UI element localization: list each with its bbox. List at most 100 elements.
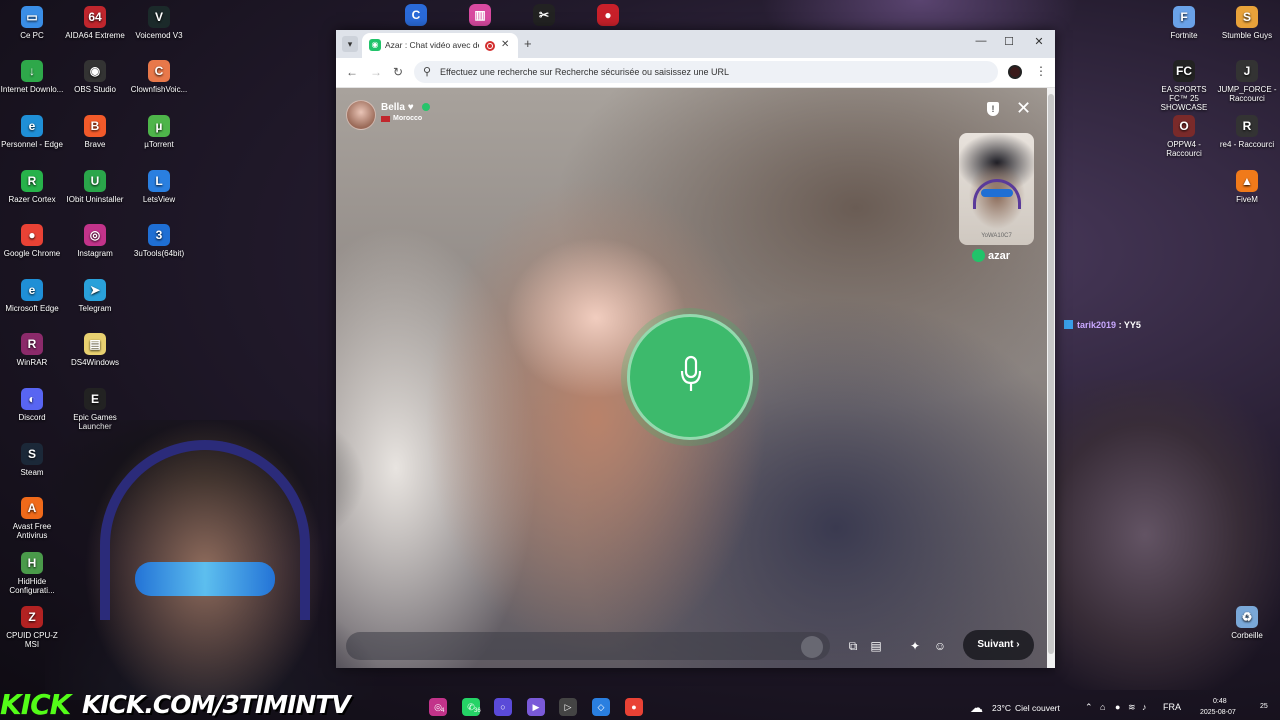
desktop-shortcut[interactable]: FC EA SPORTS FC™ 25 SHOWCASE	[1152, 60, 1216, 112]
desktop-shortcut[interactable]: ◐ Discord	[0, 388, 64, 422]
reload-icon[interactable]: ↻	[393, 65, 403, 79]
chevron-up-icon[interactable]: ⌃	[1085, 702, 1093, 713]
screen-capture-icon[interactable]: ⧉	[845, 638, 861, 654]
peer-avatar[interactable]	[346, 100, 376, 130]
address-bar[interactable]: ⚲ Effectuez une recherche sur Recherche …	[414, 61, 998, 83]
desktop-shortcut[interactable]: V Voicemod V3	[127, 6, 191, 40]
cpuz-icon: Z	[21, 606, 43, 628]
language-indicator[interactable]: FRA	[1163, 702, 1181, 712]
self-username: YoWA10C7	[981, 233, 1012, 239]
desktop-shortcut-label: Ce PC	[20, 31, 44, 40]
pinned-app-2-icon[interactable]: ▥	[469, 4, 491, 26]
desktop-shortcut[interactable]: ▤ DS4Windows	[63, 333, 127, 367]
maximize-button[interactable]: ☐	[998, 35, 1020, 48]
tab-close-icon[interactable]: ✕	[501, 39, 509, 50]
cortana-taskbar-icon[interactable]: ○	[494, 698, 512, 716]
desktop-shortcut[interactable]: L LetsView	[127, 170, 191, 204]
emoji-icon[interactable]: ☺	[932, 638, 948, 654]
letsview-taskbar-icon[interactable]: ◇	[592, 698, 610, 716]
minimize-button[interactable]: —	[970, 35, 992, 47]
tab-azar[interactable]: ◉ Azar : Chat vidéo avec de n ✕	[362, 33, 518, 58]
letsview-icon: L	[148, 170, 170, 192]
desktop-shortcut-label: Corbeille	[1231, 631, 1263, 640]
back-arrow-icon[interactable]: ←	[346, 65, 358, 79]
weather-cloud-icon[interactable]: ☁	[970, 700, 983, 716]
report-shield-icon[interactable]: !	[987, 102, 999, 116]
desktop-shortcut[interactable]: ▭ Ce PC	[0, 6, 64, 40]
clock-time[interactable]: 0:48	[1213, 698, 1227, 705]
window-close-button[interactable]: ✕	[1028, 35, 1050, 48]
desktop-shortcut[interactable]: F Fortnite	[1152, 6, 1216, 40]
volume-icon[interactable]: ♪	[1142, 702, 1147, 712]
search-icon: ⚲	[423, 66, 432, 78]
chat-username: tarik2019	[1077, 320, 1117, 330]
aida64-icon: 64	[84, 6, 106, 28]
desktop-shortcut[interactable]: e Personnel - Edge	[0, 115, 64, 149]
more-menu-icon[interactable]: ⋮	[1035, 64, 1047, 78]
new-tab-icon[interactable]: +	[524, 36, 532, 51]
desktop-shortcut[interactable]: e Microsoft Edge	[0, 279, 64, 313]
desktop-shortcut[interactable]: Rre4 - Raccourci	[1215, 115, 1279, 149]
self-camera-preview[interactable]: YoWA10C7	[959, 133, 1034, 245]
forward-arrow-icon[interactable]: →	[370, 65, 382, 79]
scroll-thumb[interactable]	[1048, 94, 1054, 654]
desktop-shortcut[interactable]: R WinRAR	[0, 333, 64, 367]
desktop-shortcut[interactable]: C ClownfishVoic...	[127, 60, 191, 94]
capcut-icon[interactable]: ✂	[533, 4, 555, 26]
pinned-app-1-icon[interactable]: C	[405, 4, 427, 26]
desktop-shortcut[interactable]: B Brave	[63, 115, 127, 149]
wifi-icon[interactable]: ≋	[1128, 702, 1136, 713]
desktop-shortcut-label: re4 - Raccourci	[1219, 140, 1275, 149]
desktop-shortcut[interactable]: R Razer Cortex	[0, 170, 64, 204]
weather-temperature[interactable]: 23°C	[992, 703, 1011, 713]
desktop-shortcut-label: WinRAR	[16, 358, 48, 367]
desktop-shortcut[interactable]: ● Google Chrome	[0, 224, 64, 258]
clock-date[interactable]: 2025-08-07	[1200, 709, 1236, 716]
chat-platform-icon	[1064, 320, 1073, 329]
profile-avatar-icon[interactable]	[1008, 65, 1022, 79]
desktop-shortcut[interactable]: U IObit Uninstaller	[63, 170, 127, 204]
network-icon[interactable]: ⌂	[1100, 702, 1105, 712]
kick-logo: KICK	[0, 688, 71, 720]
microphone-tray-icon[interactable]: ●	[1115, 702, 1120, 712]
discord-icon: ◐	[21, 388, 43, 410]
system-tray: ☁ 23°C Ciel couvert ⌃ ⌂ ● ≋ ♪ FRA 0:48 2…	[970, 698, 1280, 720]
azar-favicon-icon: ◉	[369, 39, 381, 51]
edge-icon: e	[21, 115, 43, 137]
record-app-icon[interactable]: ●	[597, 4, 619, 26]
desktop-shortcut-label: LetsView	[142, 195, 176, 204]
desktop-shortcut[interactable]: ↓ Internet Downlo...	[0, 60, 64, 94]
iobit-icon: U	[84, 170, 106, 192]
winrar-icon: R	[21, 333, 43, 355]
layout-toggle-icon[interactable]: ▤	[868, 638, 884, 654]
brave-icon: B	[84, 115, 106, 137]
desktop-shortcut[interactable]: ♻ Corbeille	[1215, 606, 1279, 640]
desktop-shortcut-label: Steam	[20, 468, 44, 477]
desktop-shortcut[interactable]: 3 3uTools(64bit)	[127, 224, 191, 258]
weather-description[interactable]: Ciel couvert	[1015, 703, 1060, 713]
page-scrollbar[interactable]	[1047, 88, 1055, 668]
desktop-shortcut[interactable]: µ µTorrent	[127, 115, 191, 149]
close-chat-icon[interactable]: ✕	[1016, 98, 1031, 119]
desktop-shortcut[interactable]: 64 AIDA64 Extreme	[63, 6, 127, 40]
desktop-shortcut[interactable]: O OPPW4 - Raccourci	[1152, 115, 1216, 158]
desktop-shortcut[interactable]: S Stumble Guys	[1215, 6, 1279, 40]
hidhide-icon: H	[21, 552, 43, 574]
send-message-button[interactable]	[801, 636, 823, 658]
desktop-shortcut[interactable]: ◎ Instagram	[63, 224, 127, 258]
desktop-shortcut[interactable]: J JUMP_FORCE - Raccourci	[1215, 60, 1279, 103]
microphone-button[interactable]	[627, 314, 753, 440]
desktop-shortcut[interactable]: ◉ OBS Studio	[63, 60, 127, 94]
chrome-taskbar-icon[interactable]: ●	[625, 698, 643, 716]
notification-count[interactable]: 25	[1260, 703, 1268, 710]
tab-search-icon[interactable]: ▾	[342, 36, 358, 52]
effects-sparkle-icon[interactable]: ✦	[907, 638, 923, 654]
gaming-taskbar-icon[interactable]: ▶	[527, 698, 545, 716]
media-taskbar-icon[interactable]: ▷	[559, 698, 577, 716]
desktop-shortcut[interactable]: ➤ Telegram	[63, 279, 127, 313]
heart-icon: ♥	[407, 102, 414, 113]
desktop-shortcut[interactable]: ▲ FiveM	[1215, 170, 1279, 204]
edge-icon: e	[21, 279, 43, 301]
message-input[interactable]	[346, 632, 830, 660]
next-button[interactable]: Suivant ›	[963, 630, 1034, 660]
